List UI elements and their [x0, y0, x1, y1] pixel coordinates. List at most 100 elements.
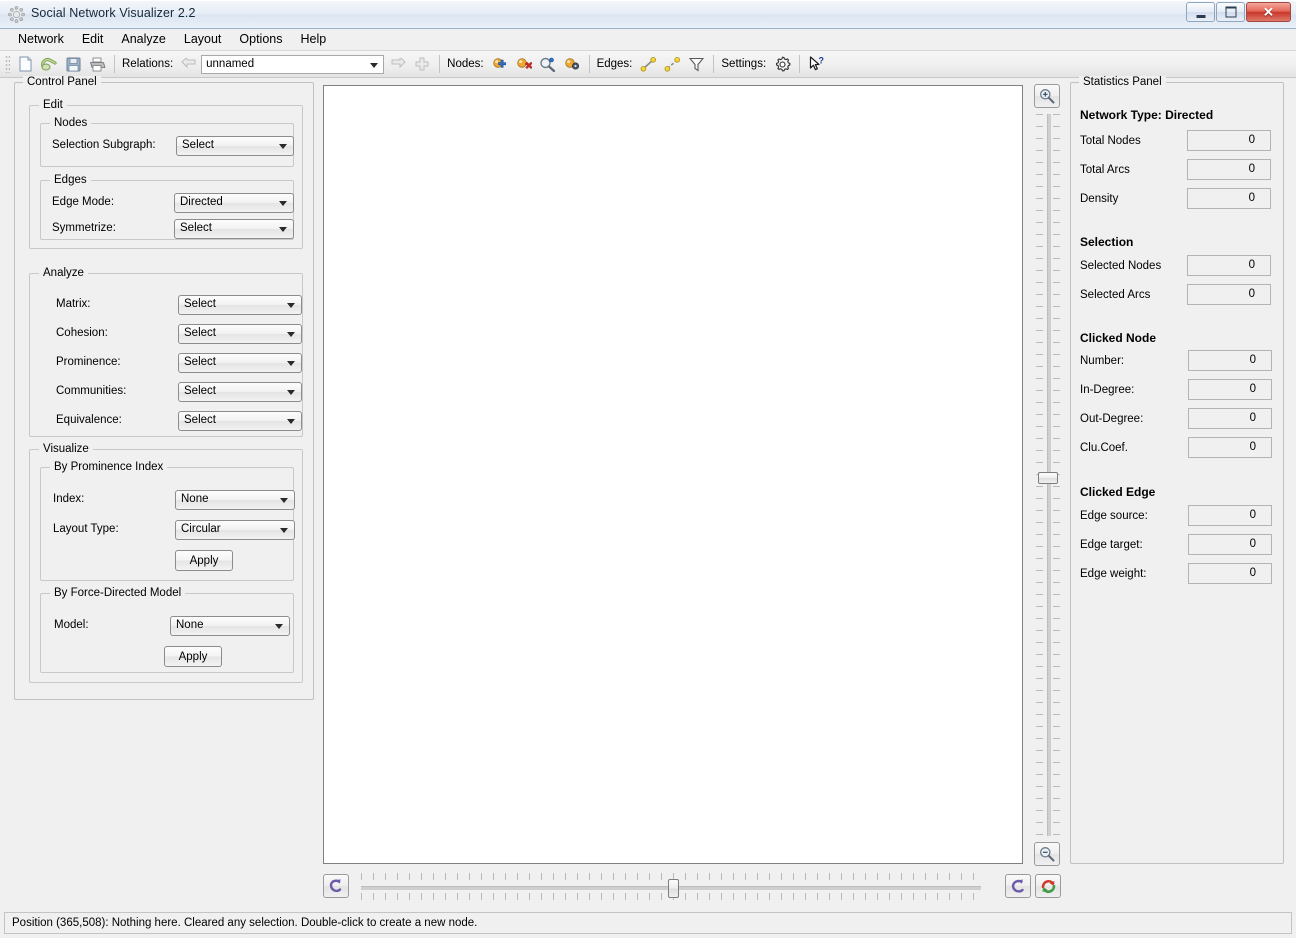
- print-network-icon: [89, 57, 106, 72]
- toolbar-drag-handle[interactable]: [5, 55, 10, 73]
- whats-this-button[interactable]: ?: [805, 52, 829, 76]
- add-relation-button[interactable]: [410, 52, 434, 76]
- index-label: Index:: [53, 493, 85, 505]
- rotate-left-button[interactable]: [1005, 874, 1031, 898]
- zoom-slider-thumb[interactable]: [1038, 472, 1058, 484]
- force-directed-apply-button[interactable]: Apply: [164, 646, 222, 667]
- in-degree-field: 0: [1188, 379, 1272, 400]
- menu-options[interactable]: Options: [230, 30, 291, 49]
- relations-value: unnamed: [206, 57, 255, 70]
- cohesion-label: Cohesion:: [56, 327, 108, 339]
- cohesion-combo[interactable]: Select: [178, 324, 302, 344]
- selected-arcs-field: 0: [1187, 284, 1271, 305]
- matrix-label: Matrix:: [56, 298, 91, 310]
- out-degree-field: 0: [1188, 408, 1272, 429]
- selected-nodes-field: 0: [1187, 255, 1271, 276]
- matrix-value: Select: [184, 298, 216, 310]
- settings-label: Settings:: [721, 58, 767, 70]
- visualize-group-title: Visualize: [39, 443, 93, 455]
- symmetrize-combo[interactable]: Select: [174, 219, 294, 239]
- clicked-node-number-label: Number:: [1080, 355, 1125, 367]
- rotate-slider-thumb[interactable]: [668, 879, 679, 898]
- maximize-button[interactable]: [1216, 2, 1245, 22]
- density-field: 0: [1187, 188, 1271, 209]
- zoom-out-button[interactable]: [1034, 842, 1060, 866]
- title-bar: Social Network Visualizer 2.2 ✕: [0, 0, 1296, 29]
- horizontal-rotate-slider: [323, 872, 1063, 902]
- node-settings-icon: [564, 57, 580, 71]
- total-arcs-field: 0: [1187, 159, 1271, 180]
- equivalence-combo[interactable]: Select: [178, 411, 302, 431]
- relations-combo[interactable]: unnamed: [201, 54, 385, 74]
- menu-bar: Network Edit Analyze Layout Options Help: [0, 29, 1296, 51]
- add-node-button[interactable]: [488, 52, 512, 76]
- chevron-down-icon: [280, 498, 288, 503]
- edge-weight-field: 0: [1188, 563, 1272, 584]
- prominence-apply-button[interactable]: Apply: [175, 550, 233, 571]
- node-settings-button[interactable]: [560, 52, 584, 76]
- total-nodes-label: Total Nodes: [1080, 135, 1141, 147]
- next-relation-button[interactable]: [386, 52, 410, 76]
- in-degree-label: In-Degree:: [1080, 384, 1135, 396]
- add-edge-icon: [640, 56, 657, 72]
- whats-this-icon: ?: [809, 56, 826, 73]
- menu-edit[interactable]: Edit: [73, 30, 113, 49]
- vertical-zoom-slider: [1031, 84, 1065, 866]
- force-directed-group-title: By Force-Directed Model: [50, 587, 186, 599]
- prominence-index-group-title: By Prominence Index: [50, 461, 168, 473]
- edge-mode-value: Directed: [180, 196, 223, 208]
- menu-analyze[interactable]: Analyze: [112, 30, 174, 49]
- new-network-button[interactable]: [13, 52, 37, 76]
- model-value: None: [176, 619, 204, 631]
- communities-combo[interactable]: Select: [178, 382, 302, 402]
- force-directed-group: By Force-Directed Model Model: None Appl…: [40, 587, 294, 673]
- find-node-button[interactable]: [536, 52, 560, 76]
- edit-group-title: Edit: [39, 99, 67, 111]
- symmetrize-value: Select: [180, 222, 212, 234]
- menu-network[interactable]: Network: [9, 30, 73, 49]
- layout-type-combo[interactable]: Circular: [175, 520, 295, 540]
- settings-button[interactable]: [770, 52, 794, 76]
- model-combo[interactable]: None: [170, 616, 290, 636]
- add-relation-icon: [415, 57, 429, 71]
- menu-layout[interactable]: Layout: [175, 30, 231, 49]
- close-button[interactable]: ✕: [1246, 2, 1291, 22]
- edge-target-label: Edge target:: [1080, 539, 1143, 551]
- edges-label: Edges:: [596, 58, 633, 70]
- symmetrize-label: Symmetrize:: [52, 222, 116, 234]
- reset-view-button[interactable]: [323, 874, 349, 898]
- remove-edge-button[interactable]: [660, 52, 684, 76]
- save-network-button[interactable]: [61, 52, 85, 76]
- chevron-down-icon: [279, 201, 287, 206]
- index-combo[interactable]: None: [175, 490, 295, 510]
- menu-help[interactable]: Help: [292, 30, 336, 49]
- add-edge-button[interactable]: [636, 52, 660, 76]
- toolbar-separator-5: [799, 55, 801, 73]
- rotate-right-icon: [1040, 878, 1057, 895]
- total-nodes-field: 0: [1187, 130, 1271, 151]
- print-network-button[interactable]: [85, 52, 109, 76]
- graph-canvas[interactable]: [323, 85, 1023, 864]
- toolbar-separator-1: [114, 55, 115, 73]
- selection-subgraph-label: Selection Subgraph:: [52, 139, 156, 151]
- edge-source-field: 0: [1188, 505, 1272, 526]
- chevron-down-icon: [287, 390, 295, 395]
- chevron-down-icon: [279, 227, 287, 232]
- edge-mode-combo[interactable]: Directed: [174, 193, 294, 213]
- reset-view-icon: [328, 878, 344, 895]
- tool-bar: Relations: unnamed Nodes: Edges: Setting…: [0, 51, 1296, 78]
- rotate-right-button[interactable]: [1035, 874, 1061, 898]
- matrix-combo[interactable]: Select: [178, 295, 302, 315]
- selection-subgraph-combo[interactable]: Select: [176, 136, 294, 156]
- equivalence-label: Equivalence:: [56, 414, 122, 426]
- nodes-group: Nodes Selection Subgraph: Select: [40, 117, 294, 167]
- open-network-button[interactable]: [37, 52, 61, 76]
- zoom-in-button[interactable]: [1034, 84, 1060, 108]
- prominence-combo[interactable]: Select: [178, 353, 302, 373]
- minimize-button[interactable]: [1186, 2, 1215, 22]
- selection-heading: Selection: [1080, 235, 1134, 249]
- filter-edge-button[interactable]: [684, 52, 708, 76]
- previous-relation-button[interactable]: [177, 52, 201, 76]
- control-panel-title: Control Panel: [23, 76, 101, 88]
- remove-node-button[interactable]: [512, 52, 536, 76]
